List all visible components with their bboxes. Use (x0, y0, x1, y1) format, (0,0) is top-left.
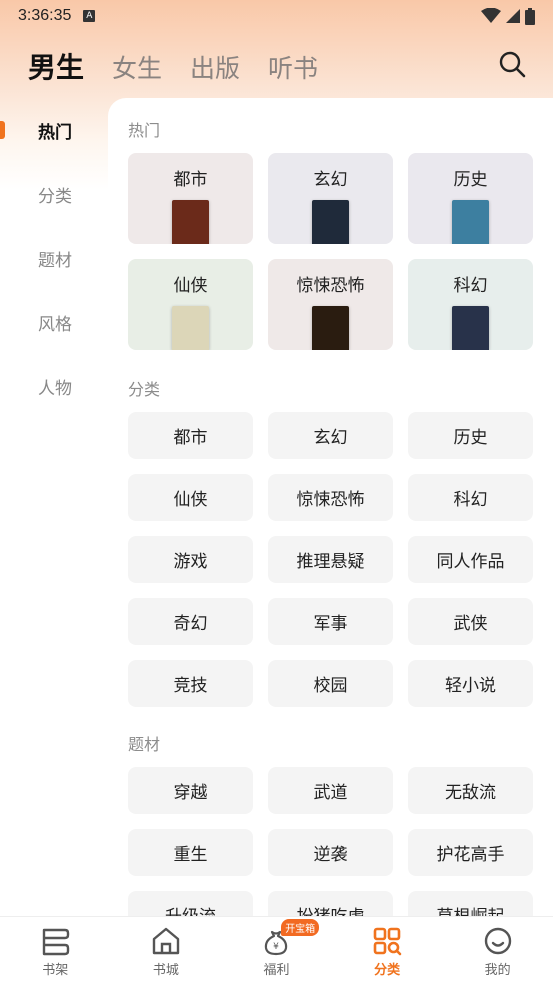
home-icon (152, 927, 180, 955)
bottom-nav: 书架 书城 ¥ 开宝箱 福利 分类 我的 (0, 916, 553, 984)
hot-card-label: 科幻 (453, 276, 488, 296)
section-title-hot: 热门 (128, 121, 161, 140)
category-tag[interactable]: 武侠 (408, 598, 533, 645)
hot-card-label: 惊悚恐怖 (296, 276, 365, 296)
category-grid: 都市 玄幻 历史 仙侠 惊悚恐怖 科幻 游戏 推理悬疑 同人作品 奇幻 军事 武… (128, 412, 533, 707)
sidebar-item-theme[interactable]: 题材 (0, 226, 108, 290)
theme-tag[interactable]: 无敌流 (408, 767, 533, 814)
category-tag[interactable]: 轻小说 (408, 660, 533, 707)
nav-profile[interactable]: 我的 (442, 917, 553, 984)
category-tag[interactable]: 军事 (268, 598, 393, 645)
hot-card[interactable]: 历史 (408, 153, 533, 244)
category-tag[interactable]: 奇幻 (128, 598, 253, 645)
tab-female[interactable]: 女生 (112, 49, 162, 85)
status-time: 3:36:35 (18, 7, 72, 24)
category-tag[interactable]: 游戏 (128, 536, 253, 583)
book-cover-image (452, 200, 489, 244)
sidebar-item-category[interactable]: 分类 (0, 162, 108, 226)
category-tag[interactable]: 同人作品 (408, 536, 533, 583)
top-tabs: 男生 女生 出版 听书 (28, 46, 318, 86)
book-cover-image (172, 200, 209, 244)
nav-bookstore[interactable]: 书城 (111, 917, 222, 984)
hot-card-label: 仙侠 (173, 276, 208, 296)
hot-card[interactable]: 仙侠 (128, 259, 253, 350)
status-icons (481, 7, 535, 25)
notification-icon: A (83, 10, 96, 22)
signal-icon (506, 9, 520, 23)
hot-card-label: 玄幻 (313, 170, 348, 190)
status-bar: 3:36:35 A (0, 0, 553, 32)
hot-card[interactable]: 惊悚恐怖 (268, 259, 393, 350)
theme-tag[interactable]: 重生 (128, 829, 253, 876)
nav-label: 福利 (263, 963, 290, 978)
battery-icon (525, 7, 535, 25)
category-tag[interactable]: 历史 (408, 412, 533, 459)
nav-label: 我的 (484, 963, 511, 978)
hot-card-label: 历史 (453, 170, 488, 190)
sidebar-item-hot[interactable]: 热门 (0, 98, 108, 162)
nav-label: 分类 (374, 963, 401, 978)
bookshelf-icon (43, 928, 70, 956)
hot-grid: 都市 玄幻 历史 仙侠 惊悚恐怖 科幻 (128, 153, 533, 350)
theme-grid: 穿越 武道 无敌流 重生 逆袭 护花高手 升级流 扮猪吃虎 草根崛起 (128, 767, 533, 916)
book-cover-image (312, 200, 349, 244)
theme-tag[interactable]: 草根崛起 (408, 891, 533, 916)
tab-publish[interactable]: 出版 (190, 49, 240, 85)
section-title-category: 分类 (128, 380, 161, 399)
hot-card[interactable]: 玄幻 (268, 153, 393, 244)
sidebar-item-character[interactable]: 人物 (0, 354, 108, 418)
book-cover-image (452, 306, 489, 350)
category-tag[interactable]: 玄幻 (268, 412, 393, 459)
category-tag[interactable]: 科幻 (408, 474, 533, 521)
book-cover-image (172, 306, 209, 350)
category-grid-icon (373, 927, 402, 956)
theme-tag[interactable]: 护花高手 (408, 829, 533, 876)
sidebar-item-style[interactable]: 风格 (0, 290, 108, 354)
category-sidebar: 热门 分类 题材 风格 人物 (0, 98, 108, 418)
content-panel: 热门 都市 玄幻 历史 仙侠 惊悚恐怖 科幻 分类 都市 玄幻 历史 仙侠 惊悚… (108, 98, 553, 916)
tab-audiobook[interactable]: 听书 (268, 49, 318, 85)
category-tag[interactable]: 竞技 (128, 660, 253, 707)
theme-tag[interactable]: 扮猪吃虎 (268, 891, 393, 916)
search-icon[interactable] (498, 50, 526, 78)
category-tag[interactable]: 校园 (268, 660, 393, 707)
hot-card[interactable]: 都市 (128, 153, 253, 244)
nav-welfare[interactable]: ¥ 开宝箱 福利 (221, 917, 332, 984)
category-tag[interactable]: 仙侠 (128, 474, 253, 521)
theme-tag[interactable]: 升级流 (128, 891, 253, 916)
wifi-icon (481, 8, 501, 23)
theme-tag[interactable]: 逆袭 (268, 829, 393, 876)
theme-tag[interactable]: 武道 (268, 767, 393, 814)
nav-bookshelf[interactable]: 书架 (0, 917, 111, 984)
treasure-badge: 开宝箱 (281, 919, 320, 936)
nav-label: 书架 (42, 963, 69, 978)
svg-text:¥: ¥ (274, 942, 280, 952)
theme-tag[interactable]: 穿越 (128, 767, 253, 814)
tab-male[interactable]: 男生 (28, 46, 84, 86)
nav-label: 书城 (152, 963, 179, 978)
category-tag[interactable]: 推理悬疑 (268, 536, 393, 583)
category-tag[interactable]: 都市 (128, 412, 253, 459)
nav-category[interactable]: 分类 (332, 917, 443, 984)
hot-card[interactable]: 科幻 (408, 259, 533, 350)
hot-card-label: 都市 (173, 170, 208, 190)
section-title-theme: 题材 (128, 735, 161, 754)
profile-icon (484, 927, 511, 955)
book-cover-image (312, 306, 349, 350)
category-tag[interactable]: 惊悚恐怖 (268, 474, 393, 521)
